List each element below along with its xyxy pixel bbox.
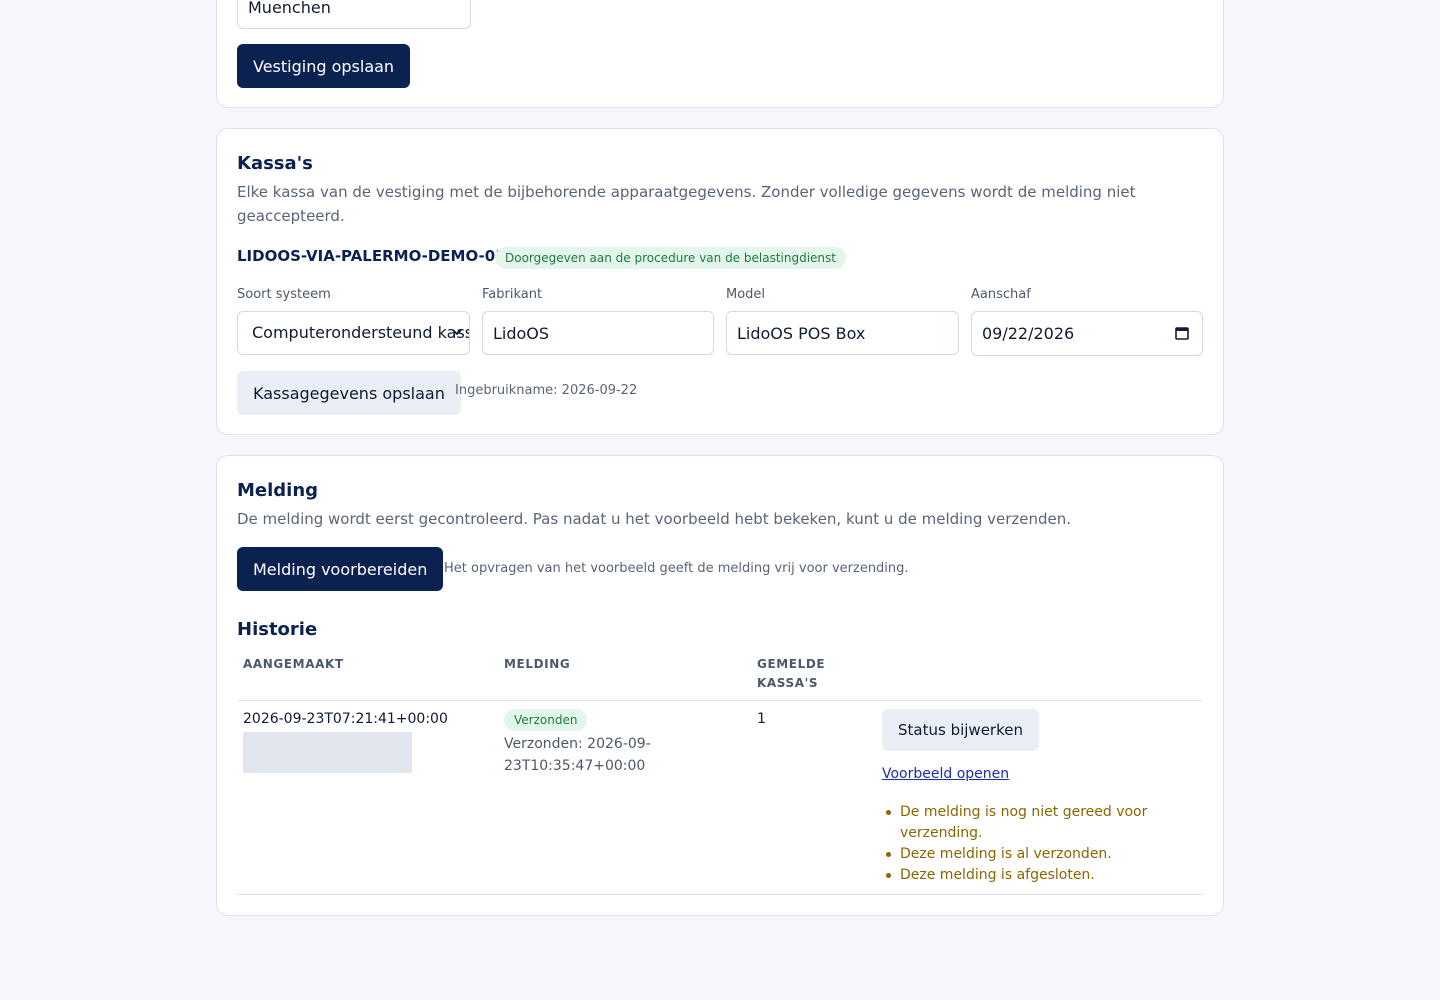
manufacturer-input[interactable] [482,311,714,355]
model-input[interactable] [726,311,959,355]
prepare-hint: Het opvragen van het voorbeeld geeft de … [444,561,909,576]
model-label: Model [726,287,766,302]
manufacturer-label: Fabrikant [482,287,543,302]
row-registers: 1 [757,711,766,727]
register-id: LIDOOS-VIA-PALERMO-DEMO-01 [237,247,506,265]
update-status-button[interactable]: Status bijwerken [882,709,1039,751]
city-input[interactable] [237,0,471,29]
row-created: 2026-09-23T07:21:41+00:00 [243,711,448,727]
purchase-label: Aanschaf [971,287,1031,302]
column-registers: GEMELDE KASSA'S [757,655,825,693]
melding-description: De melding wordt eerst gecontroleerd. Pa… [237,510,1072,528]
system-select[interactable]: Computerondersteund kassasysteem [237,311,470,355]
historie-title: Historie [237,619,318,640]
save-vestiging-button[interactable]: Vestiging opslaan [237,44,411,88]
purchase-date-input[interactable] [971,311,1203,356]
kassas-card: Kassa's Elke kassa van de vestiging met … [216,128,1224,435]
commission-date: Ingebruikname: 2026-09-22 [455,383,638,398]
column-created: AANGEMAAKT [243,657,344,671]
warning-item: Deze melding is afgesloten. [882,865,1182,886]
table-row-divider [237,894,1203,895]
prepare-melding-button[interactable]: Melding voorbereiden [237,547,444,591]
column-registers-line1: GEMELDE [757,657,826,671]
row-sent-line1: Verzonden: 2026-09- [504,736,651,752]
system-select-value: Computerondersteund kassasysteem [237,311,470,355]
row-status-badge: Verzonden [504,709,588,731]
melding-card: Melding De melding wordt eerst gecontrol… [216,455,1224,916]
melding-title: Melding [237,480,319,501]
column-registers-line2: KASSA'S [757,676,819,690]
table-header-divider [237,700,1203,701]
row-sent-line2: 23T10:35:47+00:00 [504,758,646,774]
kassas-description: Elke kassa van de vestiging met de bijbe… [237,183,1136,225]
warning-item: Deze melding is al verzonden. [882,844,1182,865]
system-label: Soort systeem [237,287,331,302]
warning-item: De melding is nog niet gereed voor verze… [882,802,1182,844]
purchase-date-field[interactable] [971,311,1203,356]
kassas-title: Kassa's [237,153,313,174]
vestiging-card: Vestiging opslaan [216,0,1224,108]
calendar-icon[interactable] [1175,326,1189,340]
preview-open-link[interactable]: Voorbeeld openen [882,766,1009,782]
chevron-down-icon [452,329,462,336]
column-melding: MELDING [504,657,571,671]
register-status-badge: Doorgegeven aan de procedure van de bela… [495,247,846,269]
save-register-button[interactable]: Kassagegevens opslaan [237,371,461,415]
redacted-block [243,732,412,773]
warning-list: De melding is nog niet gereed voor verze… [882,802,1182,886]
